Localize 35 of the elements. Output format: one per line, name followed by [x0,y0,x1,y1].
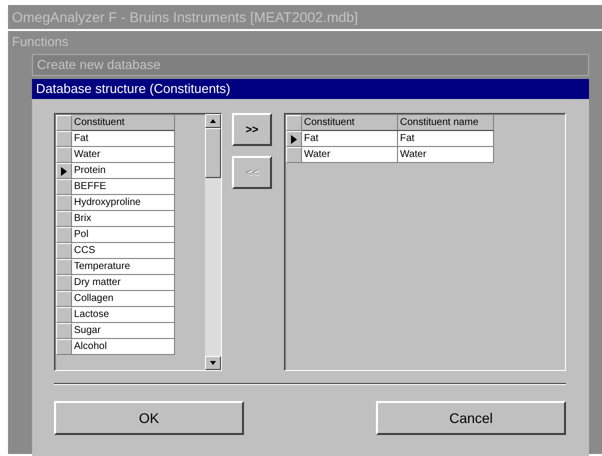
dialog-button[interactable]: OK [54,401,244,435]
column-header[interactable]: Constituent name [398,115,494,131]
table-cell: Fat [72,131,175,147]
table-cell: Fat [302,131,398,147]
current-row-icon [61,166,67,176]
row-selector[interactable] [286,131,302,147]
table-cell: Pol [72,227,175,243]
move-button[interactable]: >> [232,113,272,146]
vertical-scrollbar[interactable] [205,114,221,370]
window-title: OmegAnalyzer F - Bruins Instruments [MEAT2002.mdb] [8,5,602,29]
table-cell: Collagen [72,291,175,307]
current-row-icon [291,134,297,144]
table-cell: BEFFE [72,179,175,195]
table-cell: CCS [72,243,175,259]
table-cell: Water [72,147,175,163]
dialog-title: Database structure (Constituents) [32,79,589,99]
scroll-down-icon [210,361,216,365]
table-cell: Alcohol [72,339,175,355]
scroll-up-icon [210,119,216,123]
scrollbar-thumb[interactable] [205,128,221,178]
table-cell: Sugar [72,323,175,339]
table-cell: Water [302,147,398,163]
table-cell: Hydroxyproline [72,195,175,211]
dialog-button[interactable]: Cancel [376,401,566,435]
table-cell: Protein [72,163,175,179]
table-cell: Dry matter [72,275,175,291]
table-cell: Lactose [72,307,175,323]
column-header[interactable]: Constituent [72,115,175,131]
row-selector[interactable] [56,163,72,179]
breadcrumb-bar: Create new database [32,54,589,76]
table-cell: Temperature [72,259,175,275]
table-cell: Fat [398,131,494,147]
column-header[interactable]: Constituent [302,115,398,131]
table-cell: Brix [72,211,175,227]
table-cell: Water [398,147,494,163]
